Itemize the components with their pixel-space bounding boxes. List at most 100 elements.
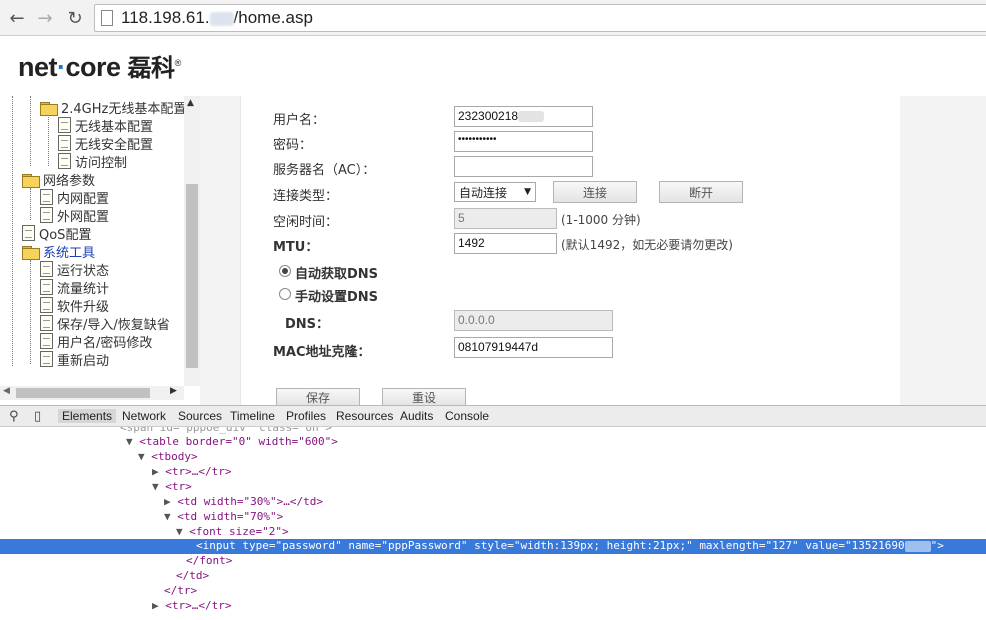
disconnect-button[interactable]: 断开 — [659, 181, 743, 203]
reset-button[interactable]: 重设 — [382, 388, 466, 406]
conn-type-select[interactable]: 自动连接 ▼ — [454, 182, 536, 202]
tree-horizontal-scrollbar[interactable]: ◀ ▶ — [0, 386, 184, 400]
code-line-text: <td width="70%"> — [177, 510, 284, 523]
scroll-right-icon[interactable]: ▶ — [170, 386, 177, 396]
scroll-up-icon[interactable]: ▲ — [187, 98, 194, 108]
scroll-thumb[interactable] — [16, 388, 150, 398]
scroll-left-icon[interactable]: ◀ — [3, 386, 10, 396]
idle-hint: (1-1000 分钟) — [561, 213, 641, 227]
expand-triangle-icon[interactable]: ▶ — [152, 599, 165, 612]
devtools-tab-resources[interactable]: Resources — [336, 409, 393, 423]
save-button[interactable]: 保存 — [276, 388, 360, 406]
page-icon — [22, 225, 35, 241]
devtools-tab-network[interactable]: Network — [122, 409, 166, 423]
pppoe-form-panel: 用户名： 232300218 密码： ••••••••••• 服务器名（AC）：… — [240, 96, 900, 406]
tree-item[interactable]: 软件升级 — [40, 296, 109, 315]
code-line[interactable]: ▶ <td width="30%">…</td> — [164, 495, 323, 508]
mtu-label: MTU： — [273, 240, 319, 255]
forward-arrow-icon[interactable]: → — [34, 7, 56, 29]
devtools-tab-sources[interactable]: Sources — [178, 409, 222, 423]
collapse-triangle-icon[interactable]: ▼ — [152, 480, 165, 493]
tree-item[interactable]: 运行状态 — [40, 260, 110, 279]
page-icon — [40, 189, 53, 205]
code-line-text: <td width="30%">…</td> — [177, 495, 323, 508]
collapse-triangle-icon[interactable]: ▼ — [176, 525, 189, 538]
code-line-text: </td> — [176, 569, 210, 582]
code-line[interactable]: ▼ <tr> — [152, 480, 192, 493]
tree-item[interactable]: 2.4GHz无线基本配置 — [40, 98, 187, 117]
expand-triangle-icon[interactable]: ▶ — [164, 495, 177, 508]
tree-item[interactable]: 访问控制 — [58, 152, 127, 171]
collapse-triangle-icon[interactable]: ▼ — [138, 450, 151, 463]
dns-auto-radio[interactable] — [279, 265, 291, 277]
expand-triangle-icon[interactable]: ▶ — [152, 465, 165, 478]
netcore-logo: net·core 磊科® — [18, 52, 181, 82]
code-line[interactable]: ▶ <tr>…</tr> — [152, 465, 231, 478]
devtools-elements-panel: <span id="pppoe_div" class="on"> ▼ <tabl… — [0, 427, 986, 620]
mtu-input[interactable]: 1492 — [454, 233, 557, 254]
code-line[interactable]: ▼ <font size="2"> — [176, 525, 289, 538]
devtools-tab-timeline[interactable]: Timeline — [230, 409, 275, 423]
tree-item[interactable]: QoS配置 — [22, 224, 92, 243]
devtools-tab-profiles[interactable]: Profiles — [286, 409, 326, 423]
collapse-triangle-icon[interactable]: ▼ — [126, 435, 139, 448]
tree-item[interactable]: 保存/导入/恢复缺省 — [40, 314, 170, 333]
tree-guide — [12, 96, 13, 366]
reload-icon[interactable]: ↻ — [64, 7, 86, 29]
mac-input[interactable]: 08107919447d — [454, 337, 613, 358]
tree-item[interactable]: 无线安全配置 — [58, 134, 153, 153]
code-line[interactable]: </tr> — [164, 584, 197, 597]
code-line-text: <tr> — [165, 480, 192, 493]
username-input[interactable]: 232300218 — [454, 106, 593, 127]
collapse-triangle-icon[interactable]: ▼ — [164, 510, 177, 523]
code-line[interactable]: ▼ <td width="70%"> — [164, 510, 283, 523]
tree-item[interactable]: 用户名/密码修改 — [40, 332, 152, 351]
dns-input[interactable]: 0.0.0.0 — [454, 310, 613, 331]
tree-item[interactable]: 系统工具 — [22, 242, 95, 261]
redacted-block — [518, 111, 545, 123]
back-arrow-icon[interactable]: ← — [6, 7, 28, 29]
code-line[interactable]: ▶ <tr>…</tr> — [152, 599, 231, 612]
tree-item[interactable]: 网络参数 — [22, 170, 95, 189]
server-input[interactable] — [454, 156, 593, 177]
tree-item-label: 2.4GHz无线基本配置 — [61, 101, 187, 117]
code-line-clipped: <span id="pppoe_div" class="on"> — [120, 427, 332, 434]
tree-item-label: QoS配置 — [39, 227, 92, 243]
page-icon — [40, 279, 53, 295]
devtools-tab-audits[interactable]: Audits — [400, 409, 433, 423]
tree-vertical-scrollbar[interactable]: ▲ — [184, 96, 200, 386]
tree-guide — [48, 110, 49, 166]
tree-item[interactable]: 内网配置 — [40, 188, 109, 207]
scroll-thumb[interactable] — [186, 184, 198, 368]
code-line[interactable]: ▼ <tbody> — [138, 450, 198, 463]
server-label: 服务器名（AC）： — [273, 163, 376, 178]
devtools-tab-console[interactable]: Console — [445, 409, 489, 423]
tree-item[interactable]: 无线基本配置 — [58, 116, 154, 135]
idle-label: 空闲时间： — [273, 215, 339, 230]
tree-item[interactable]: 流量统计 — [40, 278, 110, 297]
tree-item[interactable]: 外网配置 — [40, 206, 110, 225]
tree-item-label: 外网配置 — [57, 209, 110, 225]
tree-item-label: 运行状态 — [57, 263, 110, 279]
tree-item[interactable]: 重新启动 — [40, 350, 109, 369]
code-line-text: </tr> — [164, 584, 198, 597]
password-label: 密码： — [273, 138, 313, 153]
code-line[interactable]: </td> — [176, 569, 209, 582]
idle-input[interactable]: 5 — [454, 208, 557, 229]
code-line[interactable]: </font> — [186, 554, 232, 567]
dns-manual-label: 手动设置DNS — [295, 290, 379, 305]
dns-manual-radio[interactable] — [279, 288, 291, 300]
tree-item-label: 流量统计 — [57, 281, 110, 297]
device-icon[interactable]: ▯ — [34, 409, 41, 424]
address-bar[interactable]: 118.198.61./home.asp — [94, 4, 986, 32]
devtools-tab-elements[interactable]: Elements — [58, 409, 117, 423]
tree-item-label: 无线基本配置 — [75, 119, 154, 135]
nav-tree: 2.4GHz无线基本配置无线基本配置 无线安全配置 访问控制 网络参数 内网配置外网配置… — [0, 96, 200, 404]
code-line[interactable]: ▼ <table border="0" width="600"> — [126, 435, 338, 448]
search-icon[interactable]: ⚲ — [9, 409, 19, 424]
page-icon — [40, 333, 53, 349]
password-input[interactable]: ••••••••••• — [454, 131, 593, 152]
mtu-hint: (默认1492，如无必要请勿更改) — [561, 238, 733, 252]
conn-type-label: 连接类型： — [273, 189, 339, 204]
connect-button[interactable]: 连接 — [553, 181, 637, 203]
